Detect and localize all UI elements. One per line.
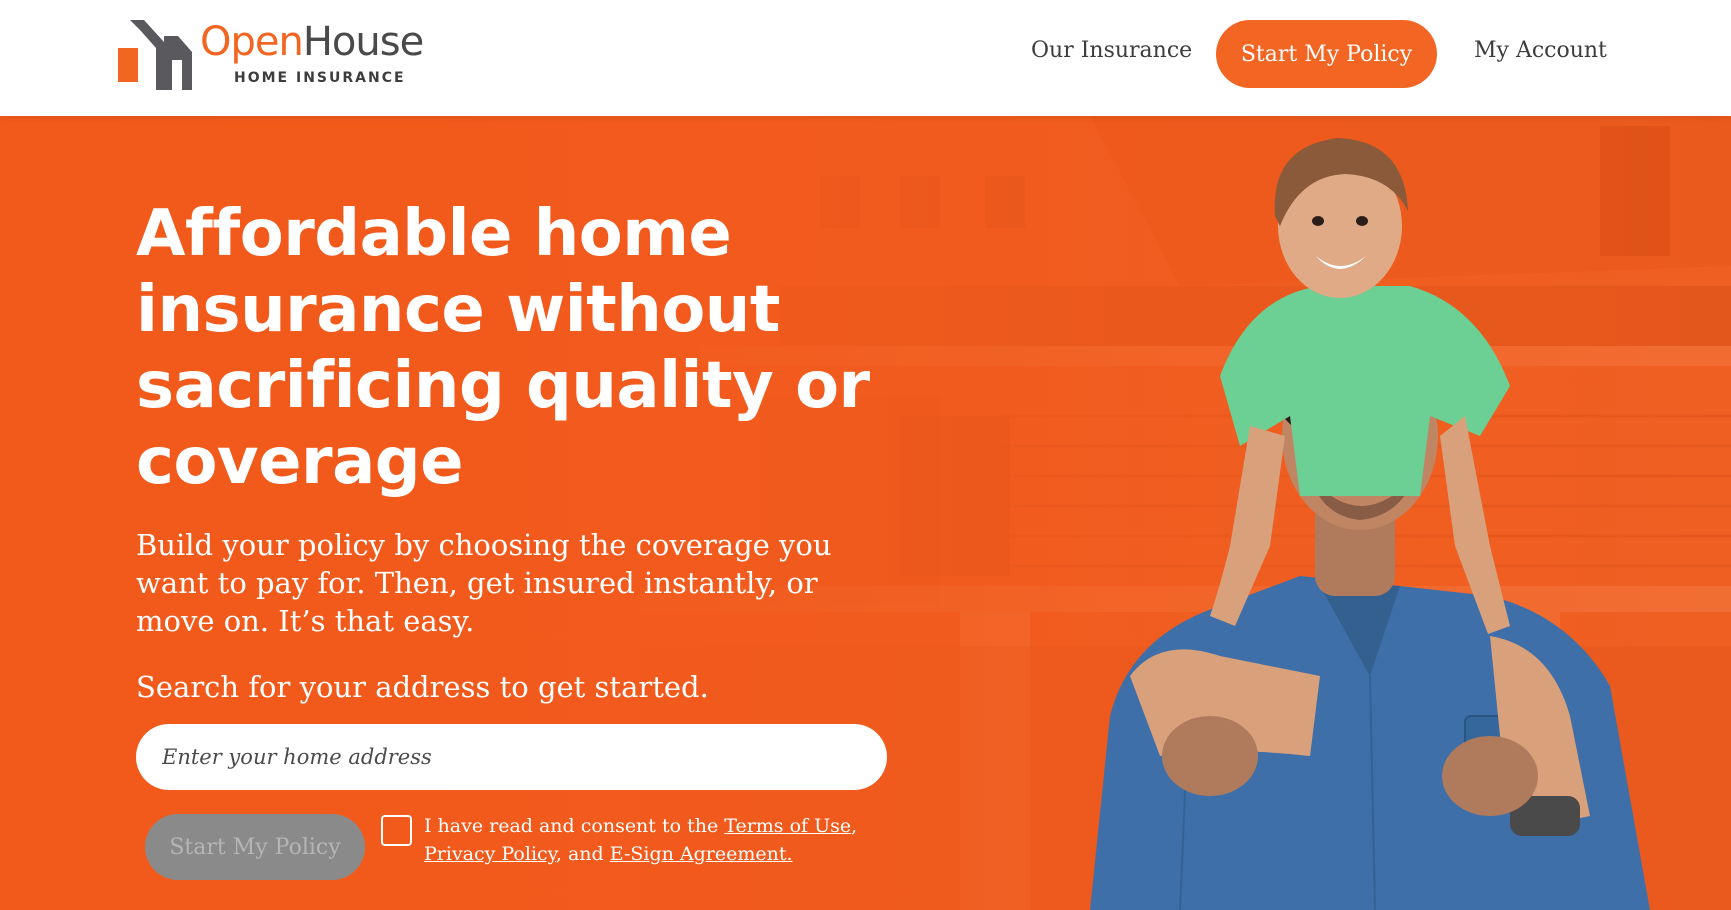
hero-subtext: Build your policy by choosing the covera…	[136, 528, 832, 638]
site-header: OpenHouse HOME INSURANCE Our Insurance S…	[0, 0, 1731, 116]
terms-of-use-link[interactable]: Terms of Use	[724, 815, 851, 837]
hero-section: Affordable home insurance without sacrif…	[0, 116, 1731, 910]
consent-checkbox[interactable]	[381, 815, 412, 846]
house-logo-icon	[118, 20, 192, 90]
hero-headline: Affordable home insurance without sacrif…	[136, 197, 870, 499]
logo-wordmark: OpenHouse	[200, 19, 424, 65]
nav-our-insurance[interactable]: Our Insurance	[1031, 38, 1192, 63]
privacy-policy-link[interactable]: Privacy Policy	[424, 843, 556, 865]
start-policy-button[interactable]: Start My Policy	[145, 814, 365, 880]
consent-text: I have read and consent to the Terms of …	[424, 815, 858, 865]
esign-agreement-link[interactable]: E-Sign Agreement.	[610, 843, 793, 865]
father-son-photo	[1090, 138, 1650, 910]
nav-my-account[interactable]: My Account	[1474, 38, 1607, 63]
logo-tagline: HOME INSURANCE	[234, 70, 406, 86]
nav-start-policy-button[interactable]: Start My Policy	[1216, 20, 1437, 88]
address-search-input[interactable]	[136, 724, 887, 790]
openhouse-logo[interactable]: OpenHouse HOME INSURANCE	[116, 12, 446, 92]
search-prompt: Search for your address to get started.	[136, 670, 709, 704]
